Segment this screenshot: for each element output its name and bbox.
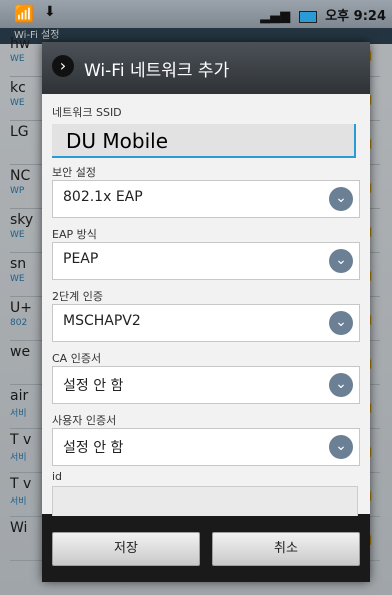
signal-icon: ▂▄▆ — [260, 9, 291, 24]
status-bar: 📶 ⬇ ▂▄▆ 오후 9:24 — [0, 0, 392, 28]
ssid-value: DU Mobile — [66, 129, 169, 153]
cancel-button[interactable]: 취소 — [212, 532, 360, 566]
security-value: 802.1x EAP — [63, 189, 143, 205]
security-select[interactable]: 802.1x EAP ⌄ — [52, 180, 360, 218]
dialog-title: Wi-Fi 네트워크 추가 — [84, 61, 230, 81]
security-label: 보안 설정 — [52, 166, 96, 179]
chevron-down-icon[interactable]: ⌄ — [329, 373, 353, 397]
user-cert-label: 사용자 인증서 — [52, 414, 117, 427]
wifi-icon: 📶 — [14, 4, 34, 23]
download-icon: ⬇ — [44, 4, 56, 20]
ssid-input[interactable]: DU Mobile — [52, 124, 356, 158]
eap-method-select[interactable]: PEAP ⌄ — [52, 242, 360, 280]
phase2-value: MSCHAPV2 — [63, 313, 141, 329]
phase2-select[interactable]: MSCHAPV2 ⌄ — [52, 304, 360, 342]
chevron-right-icon: › — [52, 55, 74, 77]
chevron-down-icon[interactable]: ⌄ — [329, 249, 353, 273]
dialog-footer: 저장 취소 — [42, 516, 370, 582]
battery-icon — [298, 10, 317, 23]
chevron-down-icon[interactable]: ⌄ — [329, 187, 353, 211]
id-label: id — [52, 470, 63, 483]
add-wifi-network-dialog: › Wi-Fi 네트워크 추가 네트워크 SSID DU Mobile 보안 설… — [42, 42, 370, 582]
save-button[interactable]: 저장 — [52, 532, 200, 566]
dialog-body: 네트워크 SSID DU Mobile 보안 설정 802.1x EAP ⌄ E… — [42, 94, 370, 522]
chevron-down-icon[interactable]: ⌄ — [329, 435, 353, 459]
user-cert-value: 설정 안 함 — [63, 440, 124, 456]
phase2-label: 2단계 인증 — [52, 290, 103, 303]
ssid-label: 네트워크 SSID — [52, 106, 122, 119]
ca-cert-select[interactable]: 설정 안 함 ⌄ — [52, 366, 360, 404]
eap-value: PEAP — [63, 251, 99, 267]
eap-label: EAP 방식 — [52, 228, 97, 241]
user-cert-select[interactable]: 설정 안 함 ⌄ — [52, 428, 360, 466]
ca-cert-value: 설정 안 함 — [63, 378, 124, 394]
dialog-header: › Wi-Fi 네트워크 추가 — [42, 42, 370, 94]
status-right: ▂▄▆ 오후 9:24 — [260, 5, 386, 24]
chevron-down-icon[interactable]: ⌄ — [329, 311, 353, 335]
time-label: 오후 9:24 — [325, 9, 386, 24]
ca-cert-label: CA 인증서 — [52, 352, 102, 365]
